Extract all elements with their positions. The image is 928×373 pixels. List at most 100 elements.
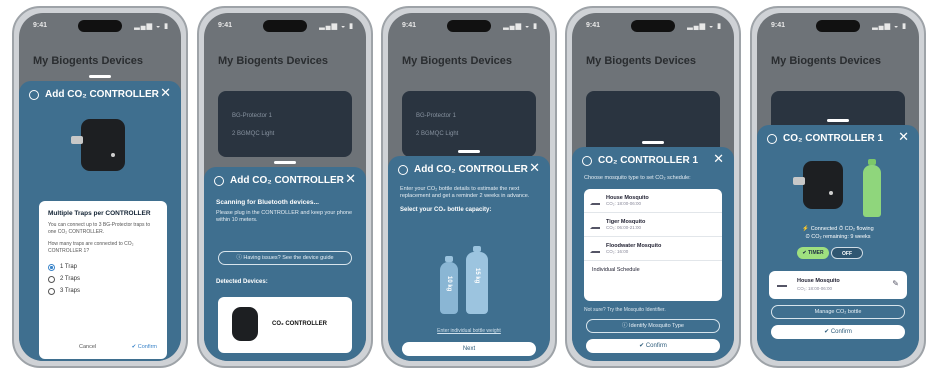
multiple-traps-dialog: Multiple Traps per CONTROLLER You can co…	[39, 201, 167, 359]
status-time: 9:41	[33, 22, 48, 29]
schedule-intro: Choose mosquito type to set CO₂ schedule…	[584, 175, 691, 181]
status-time: 9:41	[218, 22, 233, 29]
schedule-option-tiger[interactable]: Tiger Mosquito CO₂: 06:00-21:00	[584, 213, 722, 237]
radio-option-1-trap[interactable]: 1 Trap	[48, 261, 158, 273]
sheet-handle[interactable]	[458, 150, 480, 153]
co2-bottle-image	[863, 159, 881, 217]
sheet-title: Add CO₂ CONTROLLER	[230, 175, 344, 186]
identify-mosquito-button[interactable]: ⓘ Identify Mosquito Type	[586, 319, 720, 333]
controller-device-image	[81, 119, 125, 171]
active-schedule-card[interactable]: House Mosquito CO₂: 18:00-06:00 ✎	[769, 271, 907, 299]
radio-option-2-traps[interactable]: 2 Traps	[48, 273, 158, 285]
background-device-card: BG-Protector 1 2 BGMQC Light	[402, 91, 536, 157]
bottle-options: 10 kg 15 kg	[388, 246, 550, 314]
bottle-large-label: 15 kg	[474, 268, 480, 284]
status-indicators-icon: ▂▄▆ ◒ ▮	[872, 23, 907, 30]
sheet-handle[interactable]	[89, 75, 111, 78]
plug-image	[793, 177, 805, 185]
detected-device-card[interactable]: CO₂ CONTROLLER	[218, 297, 352, 353]
close-icon[interactable]: ✕	[713, 152, 724, 167]
bottle-capacity-sheet: Add CO₂ CONTROLLER ✕ Enter your CO₂ bott…	[388, 150, 550, 361]
status-time: 9:41	[402, 22, 417, 29]
dialog-title: Multiple Traps per CONTROLLER	[48, 210, 151, 217]
edit-icon[interactable]: ✎	[892, 279, 899, 288]
scanning-sheet: Add CO₂ CONTROLLER ✕ Scanning for Blueto…	[204, 161, 366, 361]
close-icon[interactable]: ✕	[160, 86, 171, 101]
dynamic-island	[78, 20, 122, 32]
schedule-option-floodwater[interactable]: Floodwater Mosquito CO₂: 16:00	[584, 237, 722, 261]
status-lines: ⚡ Connected ⏱ CO₂ flowing ⏲ CO₂ remainin…	[802, 226, 874, 240]
confirm-button[interactable]: ✔ Confirm	[771, 325, 905, 339]
schedule-option-house[interactable]: House Mosquito CO₂: 18:00-06:00	[584, 189, 722, 213]
schedule-list: House Mosquito CO₂: 18:00-06:00 Tiger Mos…	[584, 189, 722, 301]
mosquito-icon	[590, 245, 600, 253]
phone-3: 9:41 ▂▄▆ ◒ ▮ My Biogents Devices BG-Prot…	[381, 6, 557, 368]
phone-5: 9:41 ▂▄▆ ◒ ▮ My Biogents Devices CO₂ CON…	[750, 6, 926, 368]
mosquito-icon	[590, 197, 600, 205]
individual-weight-link[interactable]: Enter individual bottle weight	[388, 328, 550, 334]
off-toggle[interactable]: OFF	[831, 247, 863, 259]
mosquito-icon	[590, 221, 600, 229]
radio-icon	[48, 287, 55, 295]
status-indicators-icon: ▂▄▆ ◒ ▮	[503, 23, 538, 30]
device-guide-button[interactable]: ⓘ Having issues? See the device guide	[218, 251, 352, 265]
radio-selected-icon	[48, 263, 55, 271]
dynamic-island	[631, 20, 675, 32]
screen: 9:41 ▂▄▆ ◒ ▮ My Biogents Devices BG-Prot…	[388, 13, 550, 361]
settings-icon[interactable]	[29, 90, 39, 100]
settings-icon[interactable]	[214, 176, 224, 186]
device-name: CO₂ CONTROLLER	[272, 321, 327, 327]
status-indicators-icon: ▂▄▆ ◒ ▮	[134, 23, 169, 30]
scanning-heading: Scanning for Bluetooth devices...	[216, 199, 319, 206]
sheet-handle[interactable]	[827, 119, 849, 122]
next-button[interactable]: Next	[402, 342, 536, 356]
settings-icon[interactable]	[767, 134, 777, 144]
bottle-small-option[interactable]: 10 kg	[440, 256, 458, 314]
sheet-handle[interactable]	[274, 161, 296, 164]
status-indicators-icon: ▂▄▆ ◒ ▮	[687, 23, 722, 30]
schedule-sub: CO₂: 18:00-06:00	[797, 286, 833, 291]
sheet-title: Add CO₂ CONTROLLER	[45, 89, 159, 100]
settings-icon[interactable]	[582, 156, 592, 166]
capacity-label: Select your CO₂ bottle capacity:	[400, 207, 492, 213]
timer-toggle[interactable]: ✔ TIMER	[797, 247, 829, 259]
dynamic-island	[447, 20, 491, 32]
settings-icon[interactable]	[398, 165, 408, 175]
dialog-text: You can connect up to 3 BG-Protector tra…	[48, 222, 151, 235]
bottle-large-option[interactable]: 15 kg	[466, 246, 488, 314]
controller-device-image	[803, 161, 843, 209]
manage-bottle-button[interactable]: Manage CO₂ bottle	[771, 305, 905, 319]
close-icon[interactable]: ✕	[898, 130, 909, 145]
controller-device-image	[232, 307, 258, 341]
status-time: 9:41	[771, 22, 786, 29]
background-page-title: My Biogents Devices	[33, 55, 144, 67]
screen: 9:41 ▂▄▆ ◒ ▮ My Biogents Devices CO₂ CON…	[572, 13, 734, 361]
dynamic-island	[816, 20, 860, 32]
schedule-sheet: CO₂ CONTROLLER 1 ✕ Choose mosquito type …	[572, 141, 734, 361]
background-page-title: My Biogents Devices	[218, 55, 329, 67]
radio-icon	[48, 275, 55, 283]
schedule-name: House Mosquito	[797, 278, 840, 284]
controller-detail-sheet: CO₂ CONTROLLER 1 ✕ ⚡ Connected ⏱ CO₂ flo…	[757, 119, 919, 361]
status-time: 9:41	[586, 22, 601, 29]
radio-option-3-traps[interactable]: 3 Traps	[48, 285, 158, 297]
screen: 9:41 ▂▄▆ ◒ ▮ My Biogents Devices BG-Prot…	[204, 13, 366, 361]
sheet-handle[interactable]	[642, 141, 664, 144]
close-icon[interactable]: ✕	[529, 161, 540, 176]
phone-2: 9:41 ▂▄▆ ◒ ▮ My Biogents Devices BG-Prot…	[197, 6, 373, 368]
sheet-title: CO₂ CONTROLLER 1	[598, 155, 698, 166]
confirm-button[interactable]: ✔ Confirm	[586, 339, 720, 353]
screen: 9:41 ▂▄▆ ◒ ▮ My Biogents Devices CO₂ CON…	[757, 13, 919, 361]
plug-image	[71, 136, 83, 144]
phone-1: 9:41 ▂▄▆ ◒ ▮ My Biogents Devices Add CO₂…	[12, 6, 188, 368]
bottle-intro-text: Enter your CO₂ bottle details to estimat…	[400, 186, 530, 199]
individual-schedule-option[interactable]: Individual Schedule	[584, 261, 722, 279]
dynamic-island	[263, 20, 307, 32]
bottle-small-label: 10 kg	[446, 276, 452, 292]
confirm-button[interactable]: ✔ Confirm	[132, 344, 157, 350]
screen: 9:41 ▂▄▆ ◒ ▮ My Biogents Devices Add CO₂…	[19, 13, 181, 361]
sheet-title: CO₂ CONTROLLER 1	[783, 133, 883, 144]
background-page-title: My Biogents Devices	[402, 55, 513, 67]
cancel-button[interactable]: Cancel	[79, 344, 96, 350]
close-icon[interactable]: ✕	[345, 172, 356, 187]
